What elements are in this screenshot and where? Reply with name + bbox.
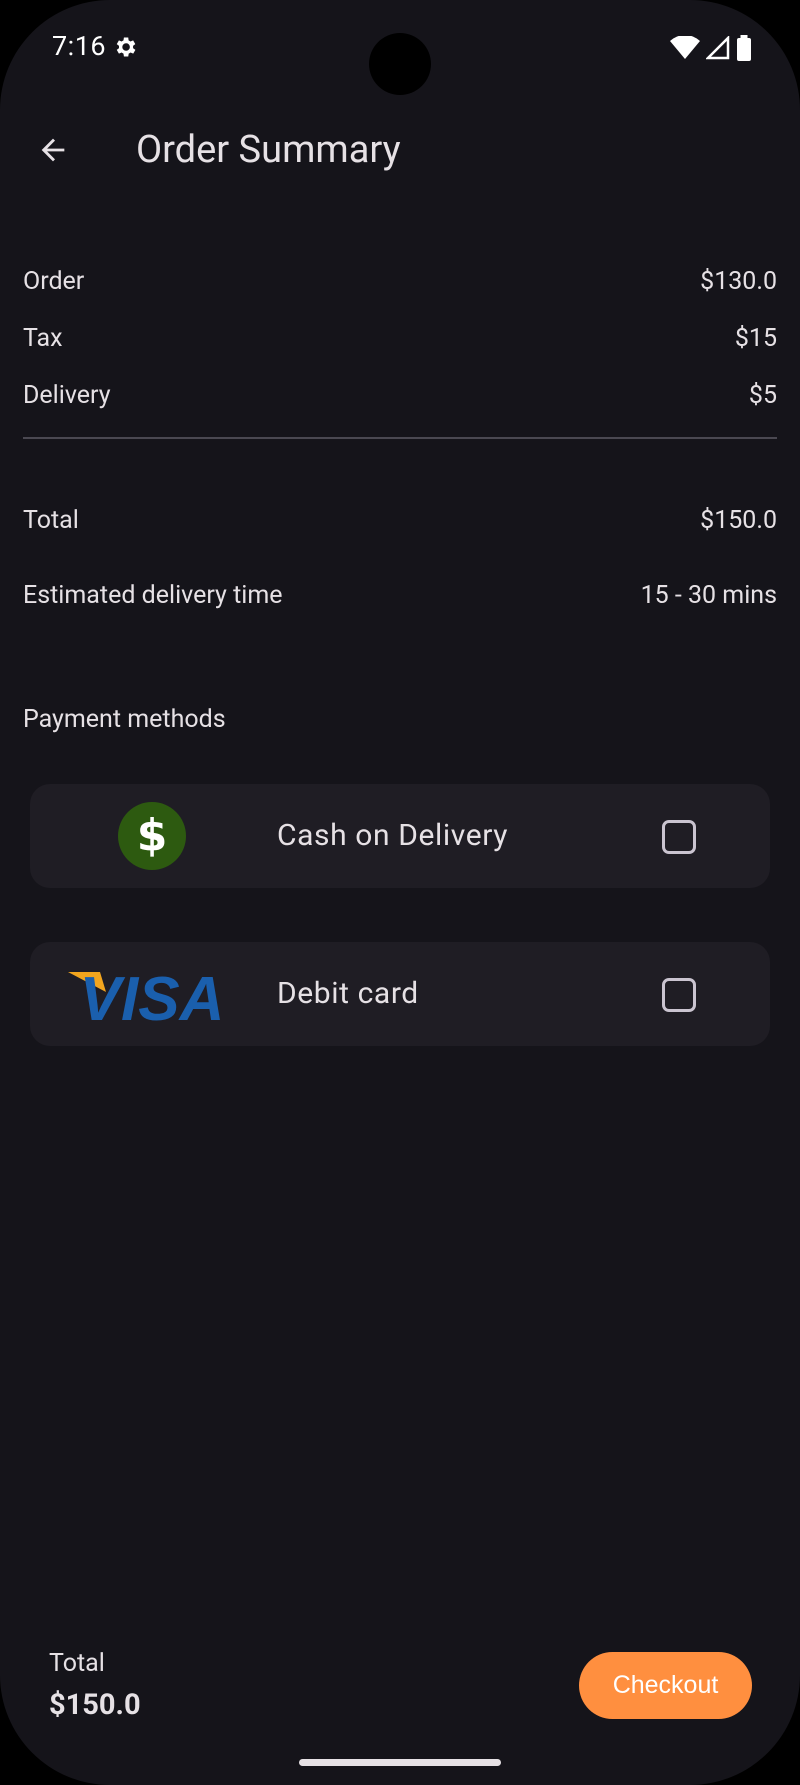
summary-row-delivery: Delivery $5 bbox=[23, 378, 777, 414]
payment-option-debit-card[interactable]: VISA Debit card bbox=[30, 942, 770, 1046]
delivery-time-label: Estimated delivery time bbox=[23, 581, 283, 610]
camera-cutout bbox=[369, 33, 431, 95]
payment-option-label: Debit card bbox=[277, 976, 419, 1011]
wifi-icon bbox=[670, 36, 700, 59]
summary-row-total: Total $150.0 bbox=[23, 503, 777, 539]
payment-option-label: Cash on Delivery bbox=[277, 818, 509, 853]
summary-value: $15 bbox=[734, 324, 777, 353]
arrow-back-icon bbox=[41, 138, 65, 162]
home-indicator[interactable] bbox=[299, 1759, 501, 1766]
cash-checkbox[interactable] bbox=[662, 820, 696, 854]
summary-row-delivery-time: Estimated delivery time 15 - 30 mins bbox=[23, 578, 777, 614]
cell-signal-icon bbox=[706, 36, 730, 60]
footer-total-value: $150.0 bbox=[49, 1688, 141, 1722]
summary-label: Order bbox=[23, 267, 85, 296]
summary-row-tax: Tax $15 bbox=[23, 321, 777, 357]
delivery-time-value: 15 - 30 mins bbox=[640, 581, 777, 610]
status-bar: 7:16 bbox=[0, 0, 800, 100]
visa-logo: VISA bbox=[68, 966, 225, 1024]
dollar-coin-icon: $ bbox=[118, 802, 186, 870]
debit-card-checkbox[interactable] bbox=[662, 978, 696, 1012]
summary-value: $130.0 bbox=[700, 267, 777, 296]
payment-option-cash[interactable]: $ Cash on Delivery bbox=[30, 784, 770, 888]
page-title: Order Summary bbox=[136, 128, 401, 172]
summary-label: Delivery bbox=[23, 381, 111, 410]
battery-icon bbox=[737, 35, 751, 61]
total-label: Total bbox=[23, 506, 79, 535]
summary-row-order: Order $130.0 bbox=[23, 264, 777, 300]
summary-value: $5 bbox=[748, 381, 777, 410]
phone-screen: 7:16 Order Summary Order $130.0 Tax $15 … bbox=[0, 0, 800, 1785]
dollar-glyph: $ bbox=[136, 810, 168, 861]
visa-logo-text: VISA bbox=[80, 966, 225, 1024]
checkout-button[interactable]: Checkout bbox=[579, 1652, 752, 1719]
summary-label: Tax bbox=[23, 324, 63, 353]
settings-gear-icon bbox=[116, 37, 136, 57]
payment-methods-heading: Payment methods bbox=[23, 705, 226, 734]
total-value: $150.0 bbox=[700, 506, 777, 535]
footer-total-label: Total bbox=[49, 1649, 105, 1678]
back-button[interactable] bbox=[28, 122, 78, 178]
status-time: 7:16 bbox=[52, 30, 107, 62]
summary-divider bbox=[23, 437, 777, 439]
status-icons bbox=[670, 35, 752, 61]
